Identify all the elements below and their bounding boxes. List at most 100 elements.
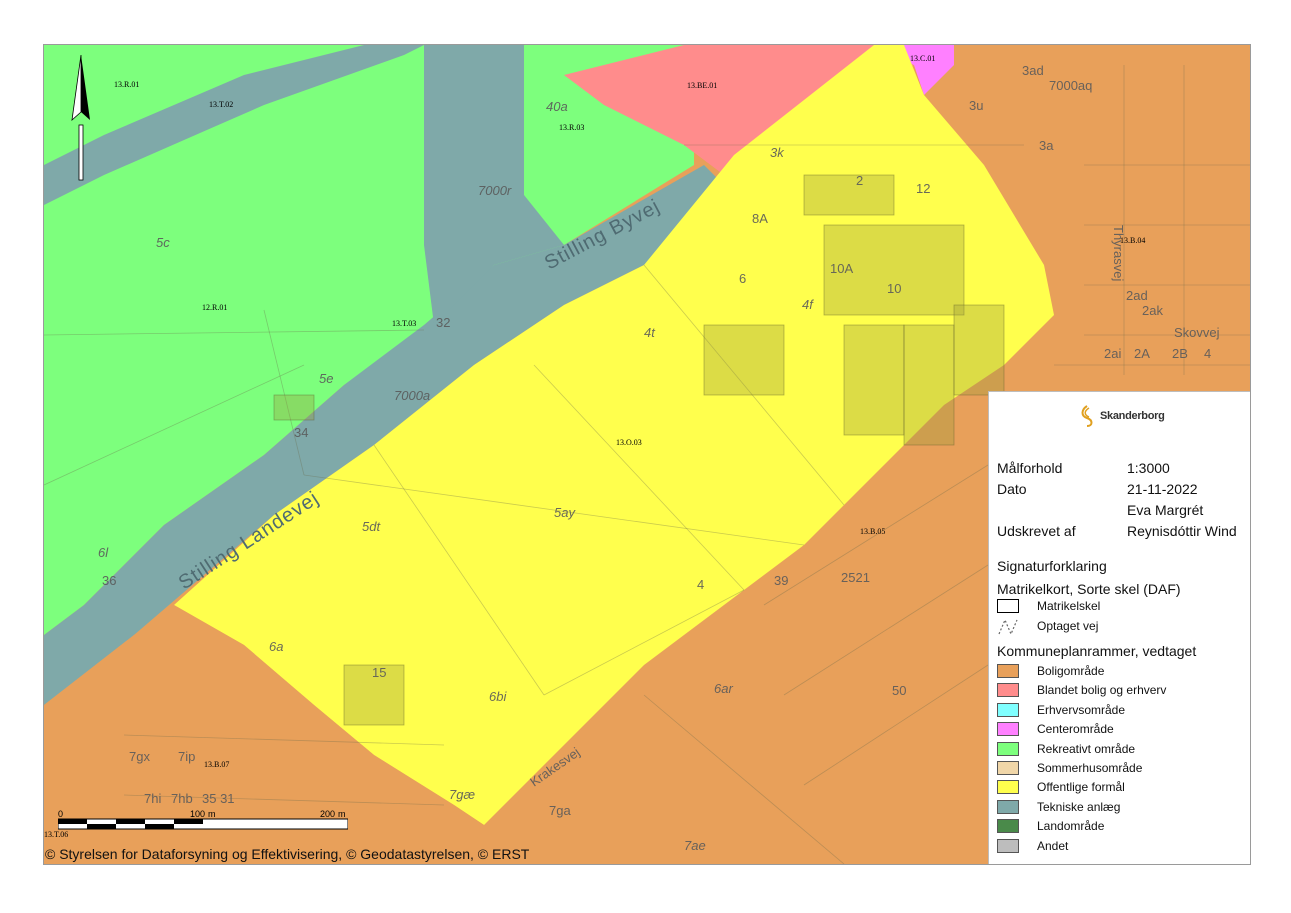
parcel-label: 7000a	[394, 388, 430, 403]
legend-item-tekniske-anlæg: Tekniske anlæg	[997, 798, 1120, 816]
parcel-label: 6a	[269, 639, 283, 654]
legend-item-matrikelskel: Matrikelskel	[997, 597, 1100, 615]
malforhold-label: Målforhold	[997, 460, 1063, 476]
legend-swatch	[997, 702, 1019, 717]
legend-swatch	[997, 664, 1019, 678]
parcel-label: 7ip	[178, 749, 195, 764]
matrikel-title: Matrikelkort, Sorte skel (DAF)	[997, 581, 1181, 597]
parcel-label: 39	[774, 573, 788, 588]
legend-swatch	[997, 799, 1019, 814]
parcel-label: 5c	[156, 235, 170, 250]
legend-label: Optaget vej	[1037, 619, 1099, 633]
udskrevet-name-line1: Eva Margrét	[1127, 502, 1204, 518]
parcel-label: 32	[436, 315, 450, 330]
parcel-label: 50	[892, 683, 906, 698]
parcel-label: 10	[887, 281, 901, 296]
legend-label: Boligområde	[1037, 664, 1105, 678]
parcel-label: 6ar	[714, 681, 733, 696]
legend-item-centerområde: Centerområde	[997, 720, 1114, 738]
dato-label: Dato	[997, 481, 1027, 497]
parcel-label: 40a	[546, 99, 568, 114]
legend-swatch	[997, 838, 1019, 853]
parcel-label: 15	[372, 665, 386, 680]
zone-code: 13.B.07	[204, 760, 229, 769]
legend-item-sommerhusområde: Sommerhusområde	[997, 759, 1142, 777]
zone-code: 13.BE.01	[687, 81, 717, 90]
optaget-vej-icon	[997, 618, 1019, 636]
scale-label: 200	[320, 809, 335, 819]
parcel-label: 4	[1204, 346, 1211, 361]
parcel-label: 34	[294, 425, 308, 440]
legend-item-blandet-bolig-og-erhverv: Blandet bolig og erhverv	[997, 681, 1166, 699]
parcel-label: 35 31	[202, 791, 235, 806]
legend-item-landområde: Landområde	[997, 817, 1104, 835]
parcel-label: 6	[739, 271, 746, 286]
scale-bar: 0 100 m 200 m	[57, 807, 349, 842]
legend-swatch	[997, 722, 1019, 737]
parcel-label: 2B	[1172, 346, 1188, 361]
legend-label: Centerområde	[1037, 722, 1114, 737]
signatur-title: Signaturforklaring	[997, 558, 1107, 574]
parcel-label: 7gx	[129, 749, 150, 764]
parcel-label: 5ay	[554, 505, 576, 520]
logo: Skanderborg	[1077, 404, 1165, 428]
legend-item-erhvervsområde: Erhvervsområde	[997, 701, 1125, 719]
legend-swatch	[997, 761, 1019, 775]
legend-swatch	[997, 819, 1019, 834]
copyright-text: © Styrelsen for Dataforsyning og Effekti…	[45, 846, 530, 862]
parcel-label: 6l	[98, 545, 109, 560]
parcel-label: 3k	[770, 145, 785, 160]
logo-text: Skanderborg	[1100, 410, 1165, 422]
parcel-label: 2	[856, 173, 863, 188]
udskrevet-label: Udskrevet af	[997, 523, 1076, 539]
zone-code: 12.R.01	[202, 303, 227, 312]
legend-label: Matrikelskel	[1037, 599, 1101, 613]
parcel-label: 7000aq	[1049, 78, 1092, 93]
scale-label: m	[338, 809, 346, 819]
parcel-label: 3ad	[1022, 63, 1044, 78]
zone-code: 13.T.03	[392, 319, 416, 328]
parcel-label: 5dt	[362, 519, 381, 534]
legend-label: Rekreativt område	[1037, 741, 1136, 756]
zone-code: 13.O.03	[616, 438, 642, 447]
legend-label: Erhvervsområde	[1037, 702, 1126, 717]
scale-label: m	[208, 809, 216, 819]
parcel-label: 4	[697, 577, 704, 592]
parcel-label: 2ak	[1142, 303, 1163, 318]
legend-label: Sommerhusområde	[1037, 761, 1143, 775]
parcel-label: 7ae	[684, 838, 706, 853]
zone-code: 13.C.01	[910, 54, 935, 63]
legend-swatch	[997, 780, 1019, 795]
parcel-label: 2ai	[1104, 346, 1121, 361]
street-label-skovvej: Skovvej	[1174, 325, 1220, 340]
parcel-label: 8A	[752, 211, 768, 226]
zone-code: 13.B.04	[1120, 236, 1145, 245]
legend-label: Tekniske anlæg	[1037, 799, 1121, 814]
malforhold-value: 1:3000	[1127, 460, 1170, 476]
dato-value: 21-11-2022	[1127, 481, 1198, 497]
legend-panel: Skanderborg Målforhold 1:3000 Dato 21-11…	[988, 391, 1250, 864]
parcel-label: 4t	[644, 325, 656, 340]
parcel-label: 7gæ	[449, 787, 475, 802]
parcel-label: 12	[916, 181, 930, 196]
parcel-label: 2A	[1134, 346, 1150, 361]
parcel-label: 3a	[1039, 138, 1054, 153]
parcel-label: 6bi	[489, 689, 507, 704]
scale-label: 100	[190, 809, 205, 819]
parcel-label: 7000r	[478, 183, 512, 198]
legend-item-rekreativt-område: Rekreativt område	[997, 740, 1135, 758]
legend-label: Offentlige formål	[1037, 780, 1125, 795]
legend-label: Blandet bolig og erhverv	[1037, 683, 1167, 698]
udskrevet-name-line2: Reynisdóttir Wind	[1127, 523, 1237, 539]
zone-code: 13.T.02	[209, 100, 233, 109]
parcel-label: 7ga	[549, 803, 571, 818]
legend-item-optaget-vej: Optaget vej	[997, 617, 1099, 636]
parcel-label: 7hb	[171, 791, 193, 806]
parcel-label: 2521	[841, 570, 870, 585]
legend-swatch	[997, 683, 1019, 698]
zone-code: 13.R.03	[559, 123, 584, 132]
zone-code: 13.R.01	[114, 80, 139, 89]
skanderborg-logo-icon	[1081, 405, 1093, 427]
legend-item-offentlige-formål: Offentlige formål	[997, 778, 1125, 796]
map-frame[interactable]: Stilling Byvej Stilling Landevej Skovvej…	[43, 44, 1251, 865]
